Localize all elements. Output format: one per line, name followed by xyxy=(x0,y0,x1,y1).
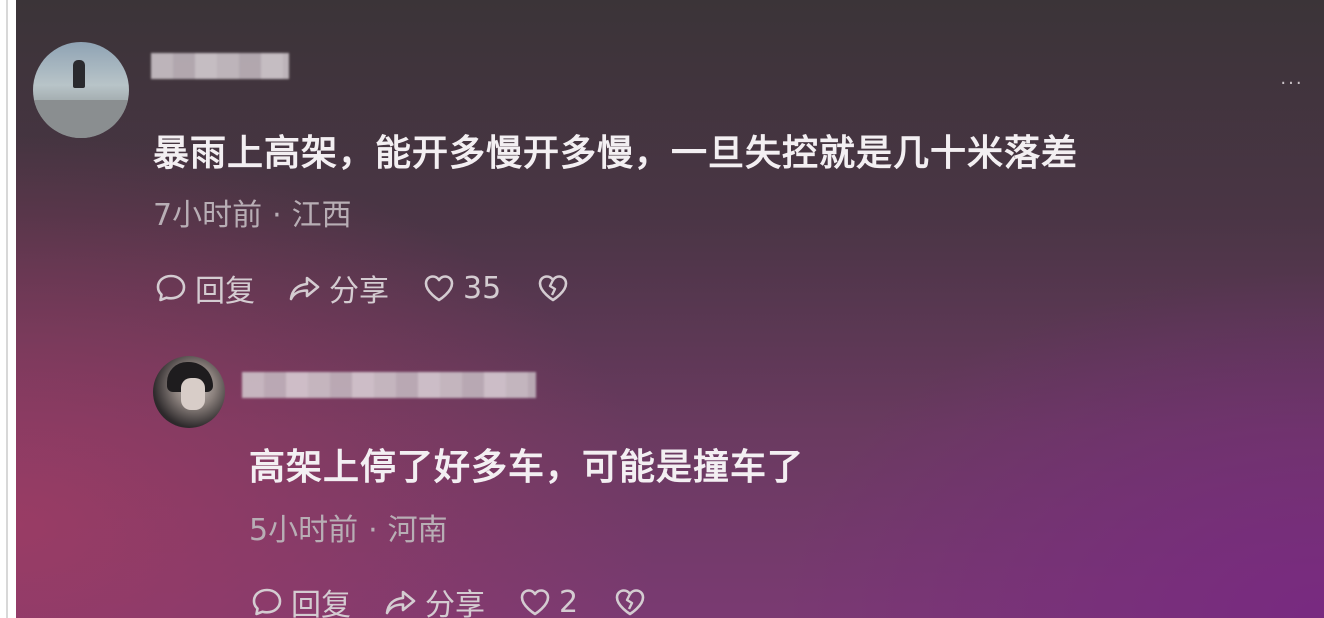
reply-button[interactable]: 回复 xyxy=(153,266,255,310)
comment-bubble-icon xyxy=(252,588,282,616)
share-button[interactable]: 分享 xyxy=(287,266,389,310)
share-arrow-icon xyxy=(289,276,320,301)
avatar[interactable] xyxy=(33,42,129,138)
avatar-photo-person xyxy=(73,60,85,88)
meta-separator: · xyxy=(368,513,378,548)
reply-time: 5小时前 xyxy=(249,513,359,548)
reply-button[interactable]: 回复 xyxy=(249,580,351,618)
avatar-photo-face xyxy=(181,378,205,410)
like-count: 2 xyxy=(559,584,579,618)
reply-meta: 5小时前 · 河南 xyxy=(249,505,448,549)
avatar[interactable] xyxy=(153,356,225,428)
username-blurred[interactable] xyxy=(151,53,289,79)
username-blurred[interactable] xyxy=(242,372,536,398)
share-arrow-icon xyxy=(385,590,416,615)
comment-time: 7小时前 xyxy=(153,198,263,233)
share-button[interactable]: 分享 xyxy=(383,580,485,618)
left-margin xyxy=(0,0,16,618)
like-count: 35 xyxy=(463,270,502,306)
avatar-photo-road xyxy=(33,100,129,138)
heart-icon xyxy=(520,589,550,616)
comment-actions: 回复 分享 35 xyxy=(153,266,609,310)
like-button[interactable]: 2 xyxy=(517,584,578,618)
comment-bubble-icon xyxy=(156,274,186,302)
share-label: 分享 xyxy=(425,588,485,618)
dislike-button[interactable] xyxy=(535,270,577,306)
like-button[interactable]: 35 xyxy=(421,270,501,306)
comment-location: 江西 xyxy=(291,198,352,233)
reply-label: 回复 xyxy=(195,274,255,309)
reply-location: 河南 xyxy=(387,513,448,548)
reply-comment-text: 高架上停了好多车，可能是撞车了 xyxy=(249,447,805,488)
comment-text: 暴雨上高架，能开多慢开多慢，一旦失控就是几十米落差 xyxy=(153,133,1079,174)
divider xyxy=(6,0,8,618)
meta-separator: · xyxy=(272,198,282,233)
comment-thread: ··· 暴雨上高架，能开多慢开多慢，一旦失控就是几十米落差 7小时前 · 江西 回复… xyxy=(16,0,1324,618)
reply-label: 回复 xyxy=(291,588,351,618)
more-icon[interactable]: ··· xyxy=(1272,74,1312,94)
share-label: 分享 xyxy=(329,274,389,309)
broken-heart-icon xyxy=(615,589,645,616)
dislike-button[interactable] xyxy=(612,584,654,618)
reply-actions: 回复 分享 2 xyxy=(249,580,686,618)
heart-icon xyxy=(424,275,454,302)
comment-meta: 7小时前 · 江西 xyxy=(153,190,352,234)
broken-heart-icon xyxy=(538,275,568,302)
